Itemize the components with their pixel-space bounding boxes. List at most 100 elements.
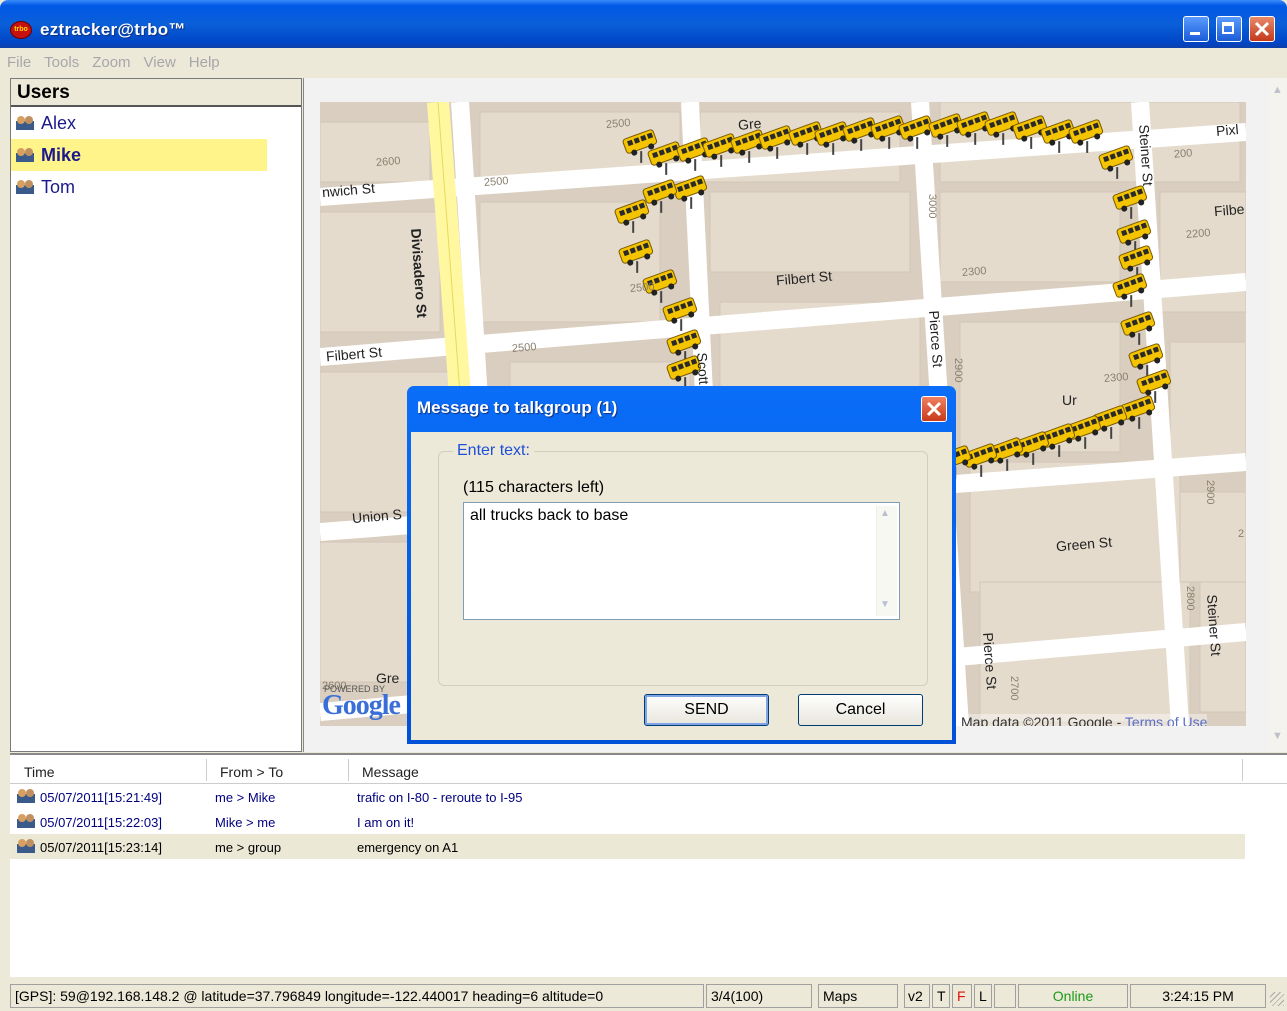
unit-count: 3/4(100) — [706, 984, 812, 1008]
enter-text-group: Enter text: (115 characters left) all tr… — [438, 442, 928, 686]
message-row-selected[interactable]: 05/07/2011[15:23:14] me > group emergenc… — [10, 834, 1245, 859]
minimize-icon — [1190, 32, 1200, 35]
block-number: 2 — [1238, 528, 1245, 540]
block-number: 2500 — [605, 116, 631, 132]
block-number: 2900 — [952, 358, 964, 383]
user-item-alex[interactable]: Alex — [11, 107, 301, 139]
message-log-panel: Time From > To Message 05/07/2011[15:21:… — [10, 753, 1287, 977]
block-number: 2300 — [1103, 370, 1129, 386]
menu-zoom[interactable]: Zoom — [85, 49, 136, 71]
message-dialog: Message to talkgroup (1) Enter text: (11… — [407, 386, 956, 744]
street-label: Filbe — [1213, 200, 1245, 220]
text-scrollbar[interactable]: ▲ ▼ — [876, 506, 897, 616]
maximize-button[interactable] — [1216, 16, 1242, 42]
close-icon — [1254, 21, 1270, 37]
scroll-up-icon[interactable]: ▲ — [1272, 84, 1283, 96]
empty-indicator — [994, 984, 1016, 1008]
resize-grip-icon[interactable] — [1270, 992, 1284, 1006]
message-from-to: me > Mike — [215, 790, 276, 805]
dialog-close-button[interactable] — [921, 396, 947, 422]
message-row[interactable]: 05/07/2011[15:22:03] Mike > me I am on i… — [10, 809, 1287, 834]
map-copyright: Map data ©2011 Google - Terms of Use — [961, 714, 1208, 726]
scroll-up-icon[interactable]: ▲ — [880, 508, 890, 519]
enter-text-label: Enter text: — [453, 442, 534, 460]
message-log-header: Time From > To Message — [10, 755, 1287, 784]
minimize-button[interactable] — [1183, 16, 1209, 42]
column-divider — [348, 759, 349, 781]
block-number: 3000 — [926, 194, 938, 219]
connection-status: Online — [1018, 984, 1128, 1008]
status-bar: [GPS]: 59@192.168.148.2 @ latitude=37.79… — [0, 978, 1287, 1011]
block-number: 2500 — [629, 280, 655, 296]
block-number: 2300 — [961, 264, 987, 280]
map-scrollbar[interactable]: ▲ ▼ — [1270, 78, 1287, 752]
maximize-icon — [1222, 22, 1234, 34]
message-from-to: me > group — [215, 840, 282, 855]
message-row[interactable]: 05/07/2011[15:21:49] me > Mike trafic on… — [10, 784, 1287, 809]
message-time: 05/07/2011[15:21:49] — [40, 790, 162, 805]
characters-left: (115 characters left) — [463, 479, 605, 496]
user-icon — [16, 180, 34, 194]
menu-help[interactable]: Help — [182, 49, 226, 71]
clock: 3:24:15 PM — [1130, 984, 1266, 1008]
user-icon — [16, 148, 34, 162]
menu-tools[interactable]: Tools — [37, 49, 85, 71]
user-icon — [17, 839, 35, 853]
message-text: trafic on I-80 - reroute to I-95 — [357, 790, 523, 805]
block-number: 2200 — [1185, 226, 1211, 242]
message-time: 05/07/2011[15:22:03] — [40, 815, 162, 830]
user-name: Mike — [41, 145, 82, 165]
close-button[interactable] — [1249, 16, 1275, 42]
user-item-mike[interactable]: Mike — [11, 139, 267, 171]
street-label: Pixl — [1215, 121, 1240, 139]
terms-of-use-link[interactable]: Terms of Use — [1125, 714, 1207, 726]
column-divider — [206, 759, 207, 781]
column-time[interactable]: Time — [24, 764, 55, 780]
maps-status: Maps — [818, 984, 898, 1008]
cancel-button[interactable]: Cancel — [798, 694, 923, 726]
block-number: 2500 — [511, 340, 537, 356]
block-number: 2600 — [375, 154, 401, 170]
user-icon — [17, 814, 35, 828]
block-number: 2800 — [1184, 586, 1196, 611]
message-text-value: all trucks back to base — [470, 507, 629, 524]
users-header: Users — [11, 79, 301, 107]
scroll-down-icon[interactable]: ▼ — [1272, 730, 1283, 742]
gps-status: [GPS]: 59@192.168.148.2 @ latitude=37.79… — [10, 984, 704, 1008]
message-time: 05/07/2011[15:23:14] — [40, 840, 162, 855]
user-icon — [17, 789, 35, 803]
dialog-body: Enter text: (115 characters left) all tr… — [411, 432, 952, 740]
block-number: 2500 — [483, 174, 509, 190]
user-name: Tom — [41, 177, 76, 197]
user-icon — [16, 116, 34, 130]
t-indicator: T — [932, 984, 950, 1008]
window-title: eztracker@trbo™ — [40, 20, 186, 39]
column-message[interactable]: Message — [362, 764, 419, 780]
dialog-title[interactable]: Message to talkgroup (1) — [411, 386, 952, 432]
user-name: Alex — [41, 113, 77, 133]
google-logo[interactable]: Google — [322, 690, 401, 722]
menu-view[interactable]: View — [137, 49, 182, 71]
block-number: 200 — [1173, 147, 1193, 161]
copyright-text: Map data ©2011 Google - — [961, 714, 1122, 726]
street-label: Scott — [694, 352, 713, 385]
v2-indicator: v2 — [904, 984, 930, 1008]
menu-bar: File Tools Zoom View Help — [0, 49, 1287, 77]
f-indicator: F — [952, 984, 972, 1008]
app-logo-icon: trbo — [10, 21, 32, 39]
message-text: I am on it! — [357, 815, 415, 830]
user-item-tom[interactable]: Tom — [11, 171, 301, 203]
column-from-to[interactable]: From > To — [220, 764, 283, 780]
message-text-input[interactable]: all trucks back to base ▲ ▼ — [463, 502, 900, 620]
title-bar[interactable]: trbo eztracker@trbo™ — [0, 0, 1287, 48]
message-from-to: Mike > me — [215, 815, 276, 830]
send-button[interactable]: SEND — [644, 694, 769, 726]
street-label: Gre — [737, 115, 762, 133]
users-panel: Users Alex Mike Tom — [10, 78, 302, 752]
block-number: 2900 — [1204, 480, 1216, 505]
message-text: emergency on A1 — [357, 840, 459, 855]
column-divider — [1242, 759, 1243, 781]
block-number: 2700 — [1008, 676, 1020, 701]
menu-file[interactable]: File — [0, 49, 37, 71]
scroll-down-icon[interactable]: ▼ — [880, 599, 890, 610]
